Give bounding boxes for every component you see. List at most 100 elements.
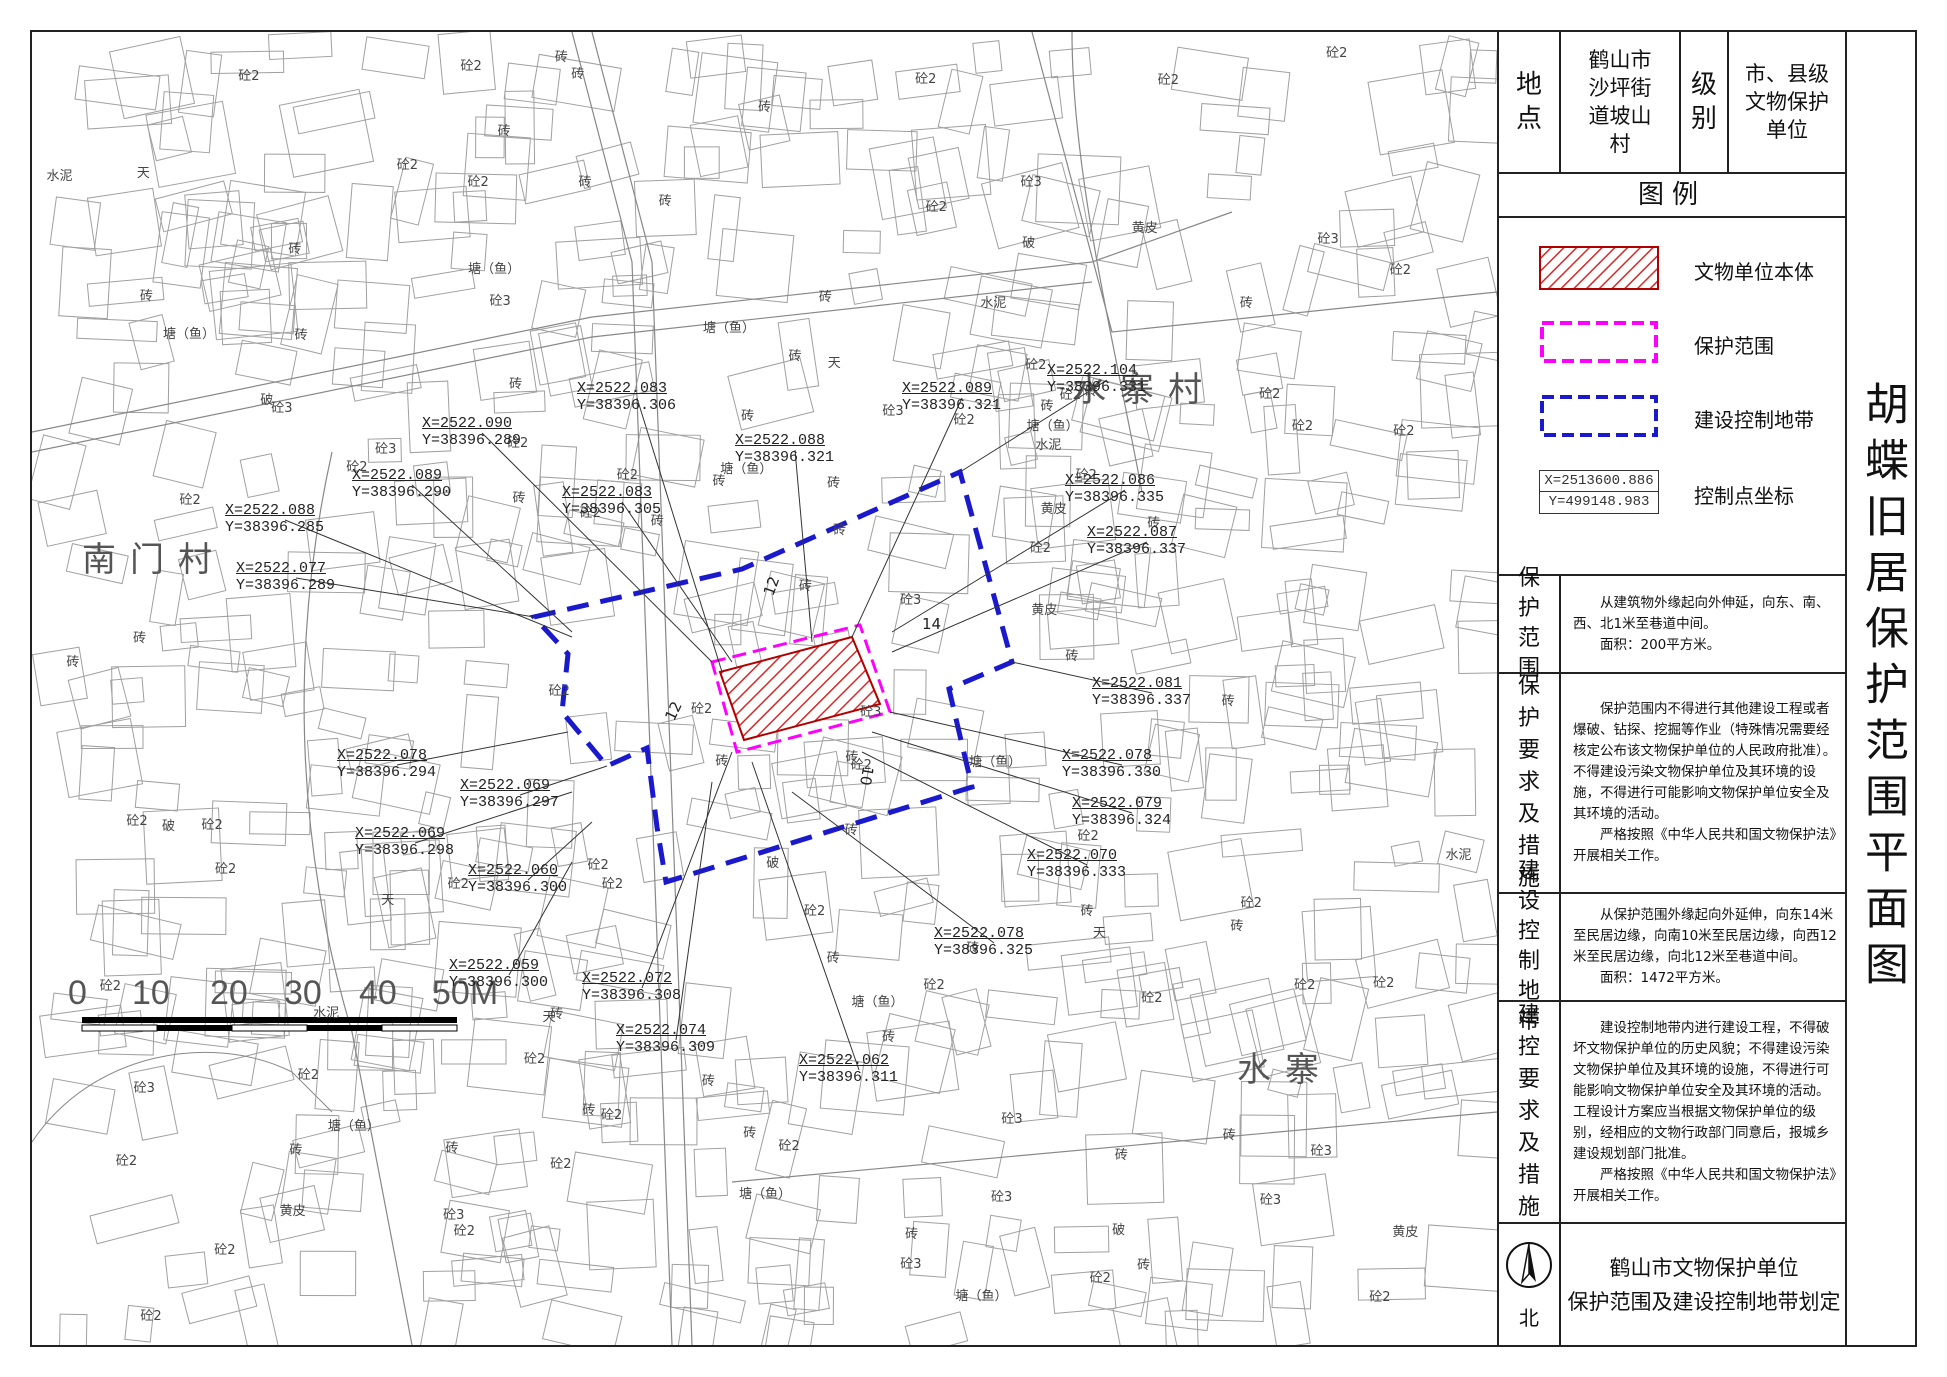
building-outline	[904, 1311, 969, 1345]
building-outline	[288, 260, 368, 311]
building-outline	[1260, 706, 1324, 751]
building-outline	[1194, 464, 1258, 499]
building-outline	[614, 720, 695, 756]
control-point[interactable]: X=2522.078 Y=38396.330	[1062, 747, 1161, 781]
building-label: 破	[161, 818, 175, 834]
building-outline	[1420, 1057, 1497, 1100]
control-point[interactable]: X=2522.059 Y=38396.300	[449, 957, 548, 991]
building-label: 塘（鱼）	[955, 1288, 1008, 1304]
building-outline	[1406, 449, 1461, 500]
building-label: 砼2	[600, 1108, 623, 1124]
control-point[interactable]: X=2522.069 Y=38396.298	[355, 825, 454, 859]
building-outline	[317, 707, 367, 740]
building-label: 天	[542, 1009, 556, 1025]
building-outline	[665, 47, 700, 97]
building-outline	[234, 1283, 280, 1345]
building-outline	[1239, 1114, 1296, 1185]
control-point[interactable]: X=2522.074 Y=38396.309	[616, 1022, 715, 1056]
building-outline	[1236, 322, 1302, 380]
map-title-column: 胡蝶旧居保护范围平面图	[1845, 32, 1917, 1345]
control-point[interactable]: X=2522.072 Y=38396.308	[582, 970, 681, 1004]
control-point[interactable]: X=2522.062 Y=38396.311	[799, 1052, 898, 1086]
building-outline	[827, 59, 879, 107]
building-outline	[937, 68, 984, 135]
building-outline	[1206, 173, 1253, 201]
control-point[interactable]: X=2522.081 Y=38396.337	[1092, 675, 1191, 709]
building-outline	[1357, 1267, 1426, 1301]
building-outline	[428, 609, 485, 649]
scale-label: 40	[359, 974, 397, 1012]
control-point[interactable]: X=2522.077 Y=38396.289	[236, 560, 335, 594]
building-label: 砼2	[850, 758, 872, 774]
building-outline	[387, 653, 420, 684]
building-outline	[984, 989, 1058, 1026]
building-label: 砼2	[1393, 424, 1415, 440]
building-label: 砼2	[396, 158, 418, 174]
base-map[interactable]: 南门村 水寨村 水寨 12 14 12 10 0 10 20 30 40 50M…	[32, 32, 1497, 1345]
building-outline	[345, 182, 394, 262]
building-outline	[394, 185, 471, 244]
control-point[interactable]: X=2522.070 Y=38396.333	[1027, 847, 1126, 881]
legend-row: 文物单位本体 保护范围 建设控制地带 X=2513600.886 Y=49914…	[1499, 218, 1845, 576]
building-label: 砼2	[548, 684, 570, 700]
building-outline	[1282, 244, 1325, 317]
section-row: 保护要求及措施 保护范围内不得进行其他建设工程或者爆破、钻探、挖掘等作业（特殊情…	[1499, 674, 1845, 894]
control-point[interactable]: X=2522.079 Y=38396.324	[1072, 795, 1171, 829]
building-outline	[1252, 1173, 1335, 1247]
building-outline	[1380, 1069, 1460, 1120]
building-outline	[422, 1270, 476, 1302]
control-point[interactable]: X=2522.089 Y=38396.290	[352, 467, 451, 501]
building-outline	[695, 1090, 771, 1122]
building-outline	[610, 240, 669, 285]
building-label: 砖	[1114, 1147, 1128, 1163]
building-label: 砼3	[899, 592, 922, 608]
leader-line	[636, 397, 723, 673]
building-outline	[1301, 905, 1377, 983]
building-label: 水泥	[313, 1005, 340, 1021]
building-outline	[529, 322, 587, 386]
building-label: 砼3	[860, 705, 882, 721]
control-point[interactable]: X=2522.078 Y=38396.294	[337, 747, 436, 781]
legend-label: 建设控制地带	[1694, 408, 1814, 432]
scale-label: 10	[132, 974, 170, 1012]
building-outline	[601, 278, 655, 309]
building-label: 砼2	[140, 1308, 162, 1324]
control-point[interactable]: X=2522.090 Y=38396.289	[422, 415, 521, 449]
building-outline	[989, 75, 1064, 127]
location-value: 鹤山市沙坪街道坡山村	[1561, 32, 1681, 172]
control-point[interactable]: X=2522.060 Y=38396.300	[468, 862, 567, 896]
building-label: 砼2	[453, 1223, 476, 1239]
legend-label: 控制点坐标	[1694, 484, 1794, 508]
building-outline	[1391, 330, 1467, 365]
building-outline	[1358, 604, 1445, 665]
control-point[interactable]: X=2522.086 Y=38396.335	[1065, 472, 1164, 506]
building-outline	[842, 229, 881, 254]
building-outline	[692, 52, 779, 133]
building-outline	[1415, 330, 1483, 393]
building-label: 砖	[832, 522, 846, 538]
control-point[interactable]: X=2522.089 Y=38396.321	[902, 380, 1001, 414]
control-point[interactable]: X=2522.083 Y=38396.305	[562, 484, 661, 518]
building-label: 塘（鱼）	[1026, 419, 1079, 435]
building-label: 砼3	[271, 401, 293, 417]
building-label: 砼3	[1020, 174, 1042, 190]
control-point[interactable]: X=2522.078 Y=38396.325	[934, 925, 1033, 959]
control-point[interactable]: X=2522.088 Y=38396.285	[225, 502, 324, 536]
building-label: 砼2	[126, 814, 148, 830]
building-outline	[663, 125, 752, 184]
control-point[interactable]: X=2522.083 Y=38396.306	[577, 380, 676, 414]
control-point[interactable]: X=2522.104 Y=38396.331	[1047, 362, 1146, 396]
building-outline	[1332, 1062, 1371, 1114]
control-point[interactable]: X=2522.088 Y=38396.321	[735, 432, 834, 466]
info-panel: 地点 鹤山市沙坪街道坡山村 级别 市、县级文物保护单位 图例 文物单位本体 保护…	[1497, 32, 1845, 1345]
building-outline	[44, 1078, 116, 1135]
building-outline	[1144, 1276, 1213, 1332]
building-label: 砖	[827, 475, 841, 491]
leader-line	[891, 541, 1148, 653]
building-label: 砖	[139, 288, 153, 304]
building-label: 砖	[509, 377, 523, 393]
control-point[interactable]: X=2522.069 Y=38396.297	[460, 777, 559, 811]
control-point[interactable]: X=2522.087 Y=38396.337	[1087, 524, 1186, 558]
building-outline	[1302, 671, 1334, 722]
building-outline	[1025, 936, 1112, 971]
